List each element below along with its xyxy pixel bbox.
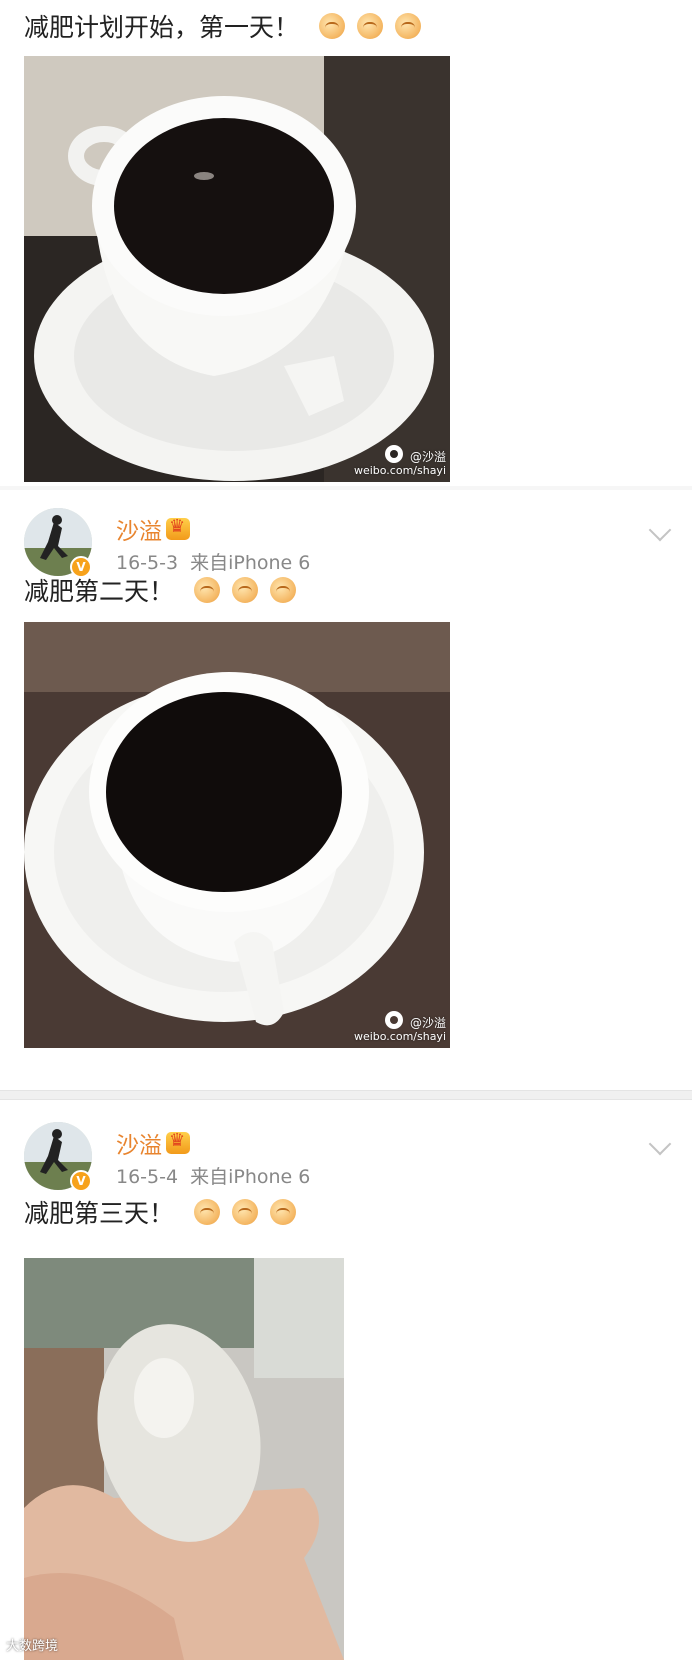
fist-emoji-icon (232, 1199, 259, 1225)
username[interactable]: 沙溢 (116, 512, 190, 546)
post-text-label: 减肥第二天！ (24, 577, 175, 606)
post-photo-coffee[interactable]: @沙溢 weibo.com/shayi (24, 622, 450, 1048)
watermark-url: weibo.com/shayi (353, 464, 446, 477)
watermark-handle: @沙溢 (409, 1016, 446, 1030)
crown-icon (166, 516, 190, 540)
username-label: 沙溢 (116, 1133, 162, 1159)
post-meta: 16-5-3 来自iPhone 6 (116, 548, 310, 575)
post-text-label: 减肥计划开始，第一天！ (24, 13, 300, 42)
post-1: 减肥计划开始，第一天！ @沙溢 weibo.com/shayi (0, 0, 692, 484)
post-2: V 沙溢 16-5-3来自iPhone 6 减肥第二天！ (0, 492, 692, 1092)
fist-emoji-icon (194, 1199, 221, 1225)
chevron-down-icon[interactable] (648, 1132, 672, 1156)
post-header: V 沙溢 16-5-4 来自iPhone 6 (0, 1122, 692, 1202)
post-source: 来自iPhone 6 (190, 552, 311, 574)
post-separator (0, 486, 692, 490)
fist-emoji-icon (270, 577, 297, 603)
chevron-down-icon[interactable] (648, 518, 672, 542)
username[interactable]: 沙溢 (116, 1126, 190, 1160)
fist-emoji-icon (357, 13, 384, 39)
fist-emoji-icon (270, 1199, 297, 1225)
fist-emoji-icon (194, 577, 221, 603)
username-label: 沙溢 (116, 519, 162, 545)
post-date: 16-5-3 (116, 552, 179, 574)
post-photo-egg[interactable] (24, 1258, 344, 1660)
footer-watermark: 大数跨境 (6, 1639, 59, 1654)
post-text: 减肥第二天！ (24, 572, 297, 608)
post-separator (0, 1090, 692, 1100)
post-meta: 16-5-4 来自iPhone 6 (116, 1162, 310, 1189)
post-3: V 沙溢 16-5-4 来自iPhone 6 减肥第三天！ (0, 1100, 692, 1660)
post-text: 减肥计划开始，第一天！ (24, 8, 422, 44)
fist-emoji-icon (232, 577, 259, 603)
verified-badge: V (70, 1170, 92, 1192)
post-source: 来自iPhone 6 (190, 1166, 311, 1188)
crown-icon (166, 1130, 190, 1154)
post-text: 减肥第三天！ (24, 1194, 297, 1230)
weibo-watermark: @沙溢 weibo.com/shayi (354, 450, 446, 478)
watermark-url: weibo.com/shayi (353, 1030, 446, 1043)
post-photo-coffee[interactable]: @沙溢 weibo.com/shayi (24, 56, 450, 482)
weibo-watermark: @沙溢 weibo.com/shayi (354, 1016, 446, 1044)
fist-emoji-icon (395, 13, 422, 39)
post-date: 16-5-4 (116, 1166, 179, 1188)
post-text-label: 减肥第三天！ (24, 1199, 175, 1228)
fist-emoji-icon (319, 13, 346, 39)
watermark-handle: @沙溢 (409, 450, 446, 464)
